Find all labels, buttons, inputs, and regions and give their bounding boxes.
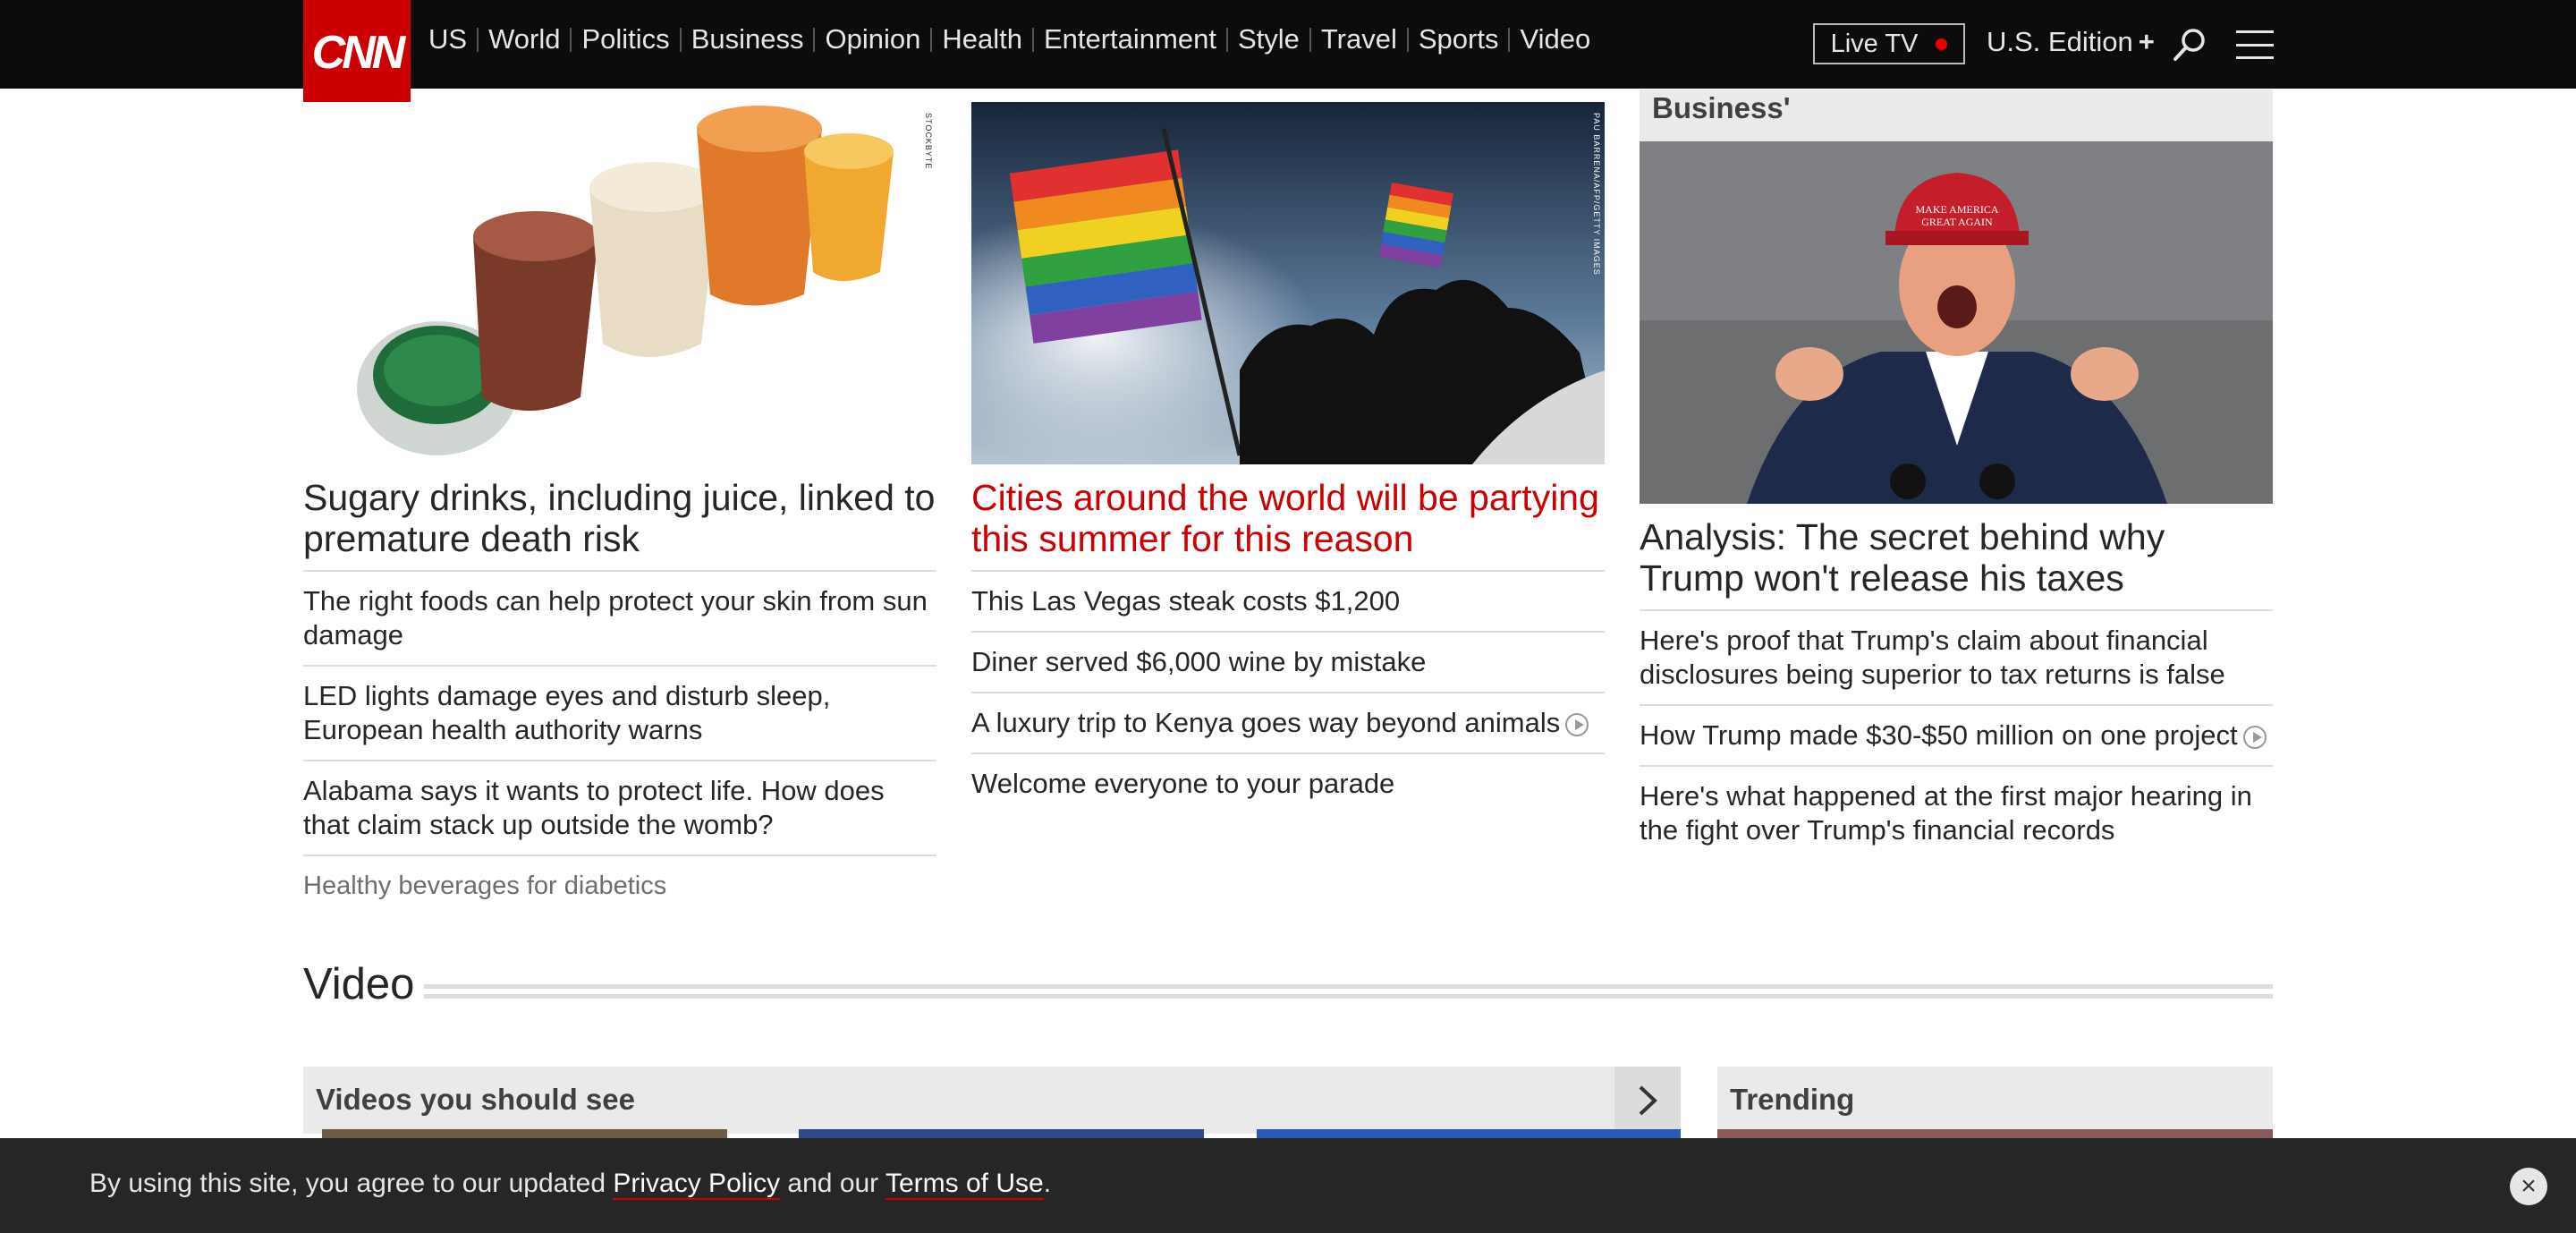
nav-link-us[interactable]: US (428, 23, 467, 55)
business-column: MAKE AMERICA GREAT AGAIN Analysis: The s… (1640, 141, 2273, 860)
next-button[interactable] (1614, 1067, 1681, 1134)
cnn-logo[interactable]: CNN (303, 0, 411, 106)
list-item-video[interactable]: How Trump made $30-$50 million on one pr… (1640, 704, 2273, 765)
list-item-text: A luxury trip to Kenya goes way beyond a… (971, 707, 1561, 738)
play-icon (1565, 712, 1589, 736)
cookie-text-middle: and our (780, 1169, 886, 1198)
nav-divider (813, 27, 816, 52)
trump-image[interactable]: MAKE AMERICA GREAT AGAIN (1640, 141, 2273, 504)
cookie-text-suffix: . (1043, 1169, 1052, 1198)
section-divider (424, 984, 2273, 999)
nav-divider (1225, 27, 1228, 52)
trending-panel: Trending (1717, 1067, 2273, 1134)
videos-you-should-see-panel: Videos you should see (303, 1067, 1681, 1134)
list-item[interactable]: Welcome everyone to your parade (971, 753, 1605, 813)
headline-trump-taxes[interactable]: Analysis: The secret behind why Trump wo… (1640, 516, 2273, 599)
terms-of-use-link[interactable]: Terms of Use (885, 1169, 1044, 1200)
chevron-right-icon (1639, 1085, 1657, 1115)
logo-text: CNN (311, 27, 406, 79)
cookie-text-prefix: By using this site, you agree to our upd… (89, 1169, 614, 1198)
nav-divider (679, 27, 682, 52)
list-item[interactable]: Diner served $6,000 wine by mistake (971, 631, 1605, 692)
play-icon (2242, 725, 2267, 749)
nav-divider (930, 27, 933, 52)
photo-credit: STOCKBYTE (924, 113, 933, 170)
list-item[interactable]: LED lights damage eyes and disturb sleep… (303, 665, 936, 760)
nav-divider (1031, 27, 1034, 52)
trending-label: Trending (1730, 1083, 1855, 1116)
plus-icon: + (2138, 26, 2155, 57)
nav-link-world[interactable]: World (488, 23, 560, 55)
list-item[interactable]: The right foods can help protect your sk… (303, 570, 936, 665)
nav-link-entertainment[interactable]: Entertainment (1044, 23, 1216, 55)
live-dot-icon (1936, 38, 1948, 50)
cookie-consent-bar: By using this site, you agree to our upd… (0, 1138, 2576, 1233)
nav-link-politics[interactable]: Politics (581, 23, 669, 55)
nav-link-travel[interactable]: Travel (1321, 23, 1397, 55)
nav-divider (477, 27, 479, 52)
search-icon[interactable] (2172, 27, 2207, 63)
edition-label: U.S. Edition (1987, 26, 2133, 57)
travel-column: PAU BARRENA/AFP/GETTY IMAGES Cities arou… (971, 102, 1605, 813)
cap-text: MAKE AMERICA (1915, 203, 1998, 216)
list-item-video[interactable]: A luxury trip to Kenya goes way beyond a… (971, 692, 1605, 753)
hamburger-menu-icon[interactable] (2236, 30, 2274, 59)
list-item[interactable]: This Las Vegas steak costs $1,200 (971, 570, 1605, 631)
nav-links: US World Politics Business Opinion Healt… (428, 23, 1590, 55)
nav-divider (1309, 27, 1311, 52)
pride-flags-image[interactable]: PAU BARRENA/AFP/GETTY IMAGES (971, 102, 1605, 464)
list-item[interactable]: Here's what happened at the first major … (1640, 765, 2273, 860)
section-label-business: Business' (1640, 89, 2273, 141)
nav-link-style[interactable]: Style (1238, 23, 1300, 55)
trump-illustration: MAKE AMERICA GREAT AGAIN (1640, 141, 2273, 504)
headline-sugary-drinks[interactable]: Sugary drinks, including juice, linked t… (303, 477, 936, 559)
nav-divider (1508, 27, 1511, 52)
nav-link-business[interactable]: Business (691, 23, 804, 55)
edition-selector[interactable]: U.S. Edition + (1987, 26, 2155, 58)
privacy-policy-link[interactable]: Privacy Policy (613, 1169, 781, 1200)
pride-illustration (971, 102, 1605, 464)
section-title-video: Video (303, 960, 415, 1008)
list-item-text: How Trump made $30-$50 million on one pr… (1640, 719, 2238, 751)
cookie-message: By using this site, you agree to our upd… (89, 1169, 1052, 1200)
list-item[interactable]: Here's proof that Trump's claim about fi… (1640, 609, 2273, 704)
photo-credit: PAU BARRENA/AFP/GETTY IMAGES (1592, 113, 1601, 276)
list-item[interactable]: Alabama says it wants to protect life. H… (303, 760, 936, 855)
cap-text: GREAT AGAIN (1921, 216, 1993, 228)
juice-illustration (303, 102, 936, 464)
sponsored-item[interactable]: Healthy beverages for diabetics (303, 855, 936, 915)
nav-divider (1406, 27, 1409, 52)
health-column: STOCKBYTE Sugary drinks, including juice… (303, 102, 936, 915)
nav-divider (570, 27, 572, 52)
headline-pride-cities[interactable]: Cities around the world will be partying… (971, 477, 1605, 559)
nav-link-sports[interactable]: Sports (1419, 23, 1499, 55)
nav-link-opinion[interactable]: Opinion (825, 23, 920, 55)
live-tv-button[interactable]: Live TV (1813, 23, 1965, 64)
live-tv-label: Live TV (1830, 29, 1919, 58)
close-icon[interactable]: × (2510, 1168, 2547, 1205)
juice-image[interactable]: STOCKBYTE (303, 102, 936, 464)
videos-panel-label: Videos you should see (316, 1083, 635, 1116)
nav-link-video[interactable]: Video (1520, 23, 1590, 55)
top-nav: CNN US World Politics Business Opinion H… (0, 0, 2576, 106)
nav-link-health[interactable]: Health (942, 23, 1022, 55)
